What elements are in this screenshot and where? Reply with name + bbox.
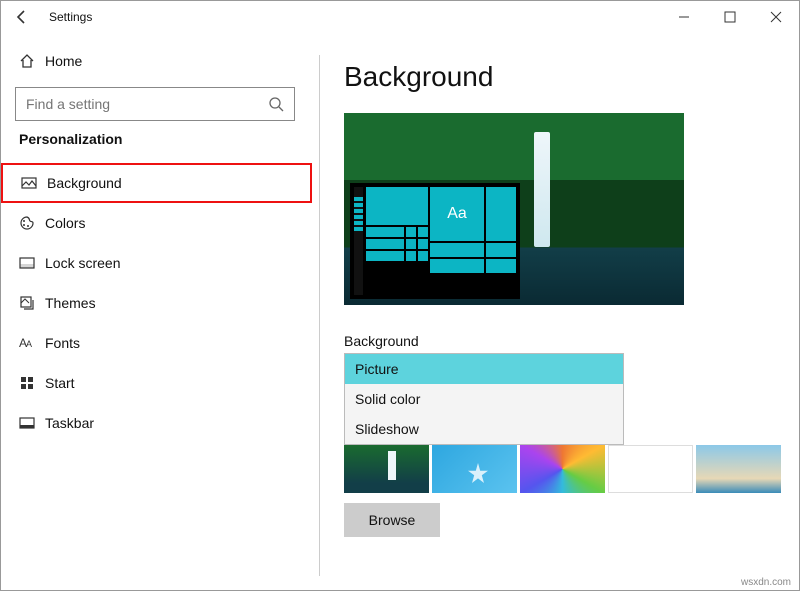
dropdown-option-solidcolor[interactable]: Solid color: [345, 384, 623, 414]
sidebar-item-themes[interactable]: Themes: [1, 283, 312, 323]
sidebar-item-label: Lock screen: [45, 255, 120, 271]
lockscreen-icon: [19, 255, 45, 271]
back-button[interactable]: [7, 2, 37, 32]
search-box[interactable]: [15, 87, 295, 121]
sidebar-item-label: Taskbar: [45, 415, 94, 431]
sidebar-item-lockscreen[interactable]: Lock screen: [1, 243, 312, 283]
picture-icon: [21, 175, 47, 191]
preview-tiles-large: Aa: [430, 187, 516, 295]
minimize-icon: [678, 11, 690, 23]
sidebar-item-label: Background: [47, 175, 122, 191]
page-title: Background: [344, 61, 781, 93]
minimize-button[interactable]: [661, 1, 707, 33]
home-icon: [19, 53, 45, 69]
sidebar-item-colors[interactable]: Colors: [1, 203, 312, 243]
fonts-icon: AA: [19, 336, 45, 350]
taskbar-icon: [19, 415, 45, 431]
recent-image-thumb[interactable]: [432, 445, 517, 493]
home-label: Home: [45, 53, 82, 69]
sidebar-item-label: Start: [45, 375, 75, 391]
sidebar-item-fonts[interactable]: AA Fonts: [1, 323, 312, 363]
themes-icon: [19, 295, 45, 311]
window-controls: [661, 1, 799, 33]
sidebar-item-taskbar[interactable]: Taskbar: [1, 403, 312, 443]
content-area: Home Personalization Background Co: [1, 33, 799, 590]
section-header: Personalization: [19, 131, 312, 147]
recent-images: [344, 445, 781, 493]
search-icon: [268, 96, 284, 112]
sidebar-item-label: Colors: [45, 215, 85, 231]
preview-tiles-small: [366, 187, 428, 295]
recent-image-thumb[interactable]: [696, 445, 781, 493]
sidebar-item-background[interactable]: Background: [1, 163, 312, 203]
arrow-left-icon: [14, 9, 30, 25]
maximize-icon: [724, 11, 736, 23]
preview-waterfall: [534, 132, 550, 247]
watermark: wsxdn.com: [741, 577, 791, 588]
close-icon: [770, 11, 782, 23]
maximize-button[interactable]: [707, 1, 753, 33]
sidebar: Home Personalization Background Co: [1, 33, 312, 590]
search-input[interactable]: [26, 96, 268, 112]
home-button[interactable]: Home: [1, 41, 312, 81]
browse-button[interactable]: Browse: [344, 503, 440, 537]
titlebar: Settings: [1, 1, 799, 33]
dropdown-option-picture[interactable]: Picture: [345, 354, 623, 384]
background-type-dropdown[interactable]: Picture Solid color Slideshow: [344, 353, 624, 445]
recent-image-thumb[interactable]: [520, 445, 605, 493]
background-preview: Aa: [344, 113, 684, 305]
search-container: [15, 87, 298, 121]
settings-window: Settings Home: [0, 0, 800, 591]
sidebar-item-label: Fonts: [45, 335, 80, 351]
window-title: Settings: [49, 10, 92, 24]
start-icon: [19, 375, 45, 391]
sidebar-item-label: Themes: [45, 295, 96, 311]
background-field-label: Background: [344, 333, 781, 349]
dropdown-option-slideshow[interactable]: Slideshow: [345, 414, 623, 444]
recent-image-thumb[interactable]: [608, 445, 693, 493]
recent-image-thumb[interactable]: [344, 445, 429, 493]
sidebar-item-start[interactable]: Start: [1, 363, 312, 403]
close-button[interactable]: [753, 1, 799, 33]
preview-start-overlay: Aa: [350, 183, 520, 299]
preview-start-rail: [354, 187, 363, 295]
palette-icon: [19, 215, 45, 231]
preview-aa-tile: Aa: [430, 187, 484, 241]
main-panel: Background Aa: [312, 33, 799, 590]
